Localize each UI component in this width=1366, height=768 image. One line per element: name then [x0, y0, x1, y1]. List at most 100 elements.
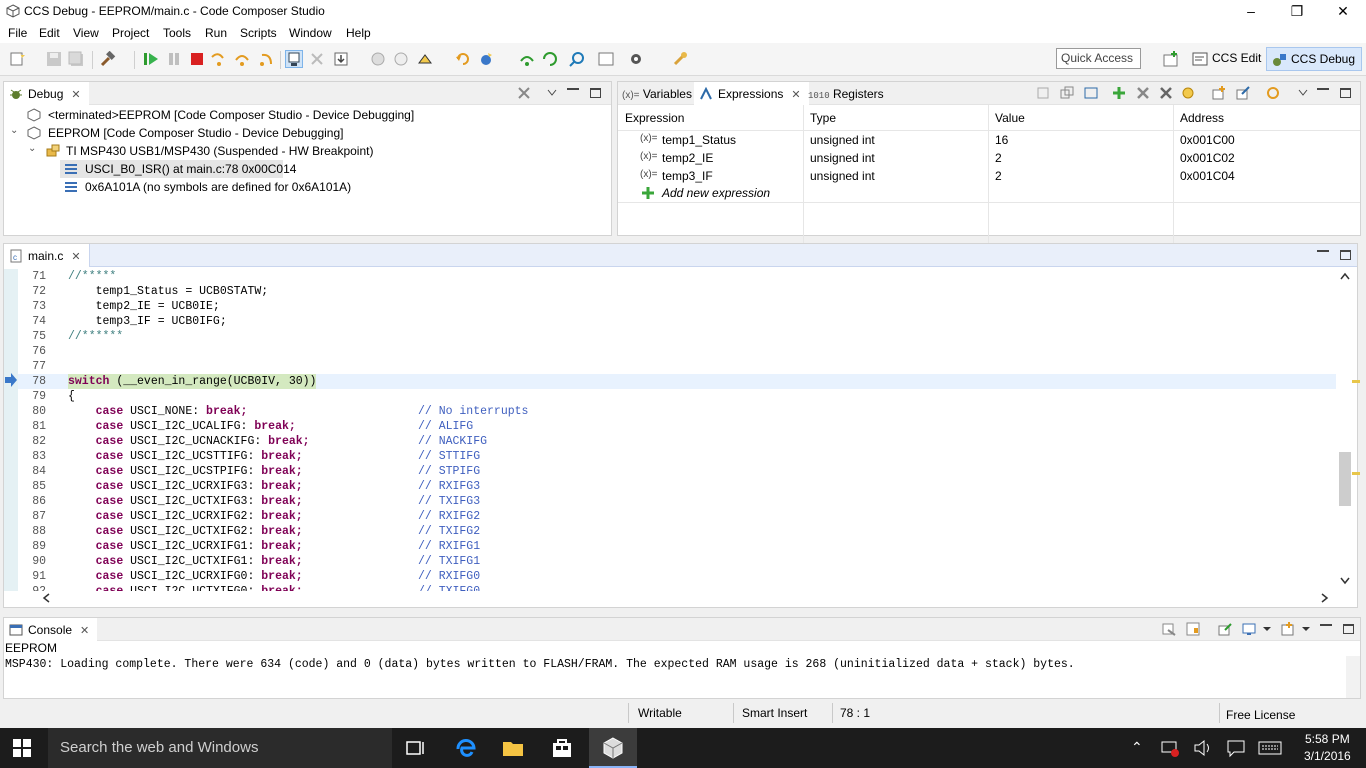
tree-item-terminated[interactable]: <terminated>EEPROM [Code Composer Studio…	[4, 106, 609, 124]
display-console-icon[interactable]	[1242, 622, 1256, 636]
line-number[interactable]: 85	[24, 479, 46, 494]
search-icon[interactable]	[569, 51, 585, 67]
menu-view[interactable]: View	[73, 26, 99, 40]
collapse-all-icon[interactable]	[1036, 86, 1050, 100]
open-console-chevron-icon[interactable]	[1299, 622, 1313, 636]
scroll-up-icon[interactable]	[1340, 272, 1350, 280]
column-header-address[interactable]: Address	[1180, 111, 1224, 125]
line-number[interactable]: 82	[24, 434, 46, 449]
new-expression-group-icon[interactable]	[1212, 86, 1226, 100]
menu-project[interactable]: Project	[112, 26, 149, 40]
code-text[interactable]: case USCI_NONE: break; // No interrupts	[68, 404, 529, 419]
maximize-view-button[interactable]	[590, 88, 601, 98]
code-line[interactable]: 86 case USCI_I2C_UCTXIFG3: break; // TXIF…	[18, 494, 1336, 509]
code-line[interactable]: 76	[18, 344, 1336, 359]
overview-ruler-marker[interactable]	[1352, 472, 1360, 475]
new-icon[interactable]	[9, 51, 25, 67]
expression-value[interactable]: 2	[995, 151, 1002, 165]
expand-chevron-icon[interactable]: ⌄	[10, 125, 18, 136]
code-text[interactable]: temp2_IE = UCB0IE;	[68, 299, 220, 314]
tree-item-stack-frame-selected[interactable]: USCI_B0_ISR() at main.c:78 0x00C014	[60, 160, 296, 178]
taskbar-ccs-button[interactable]	[589, 728, 637, 768]
code-text[interactable]: case USCI_I2C_UCNACKIFG: break; // NACKIF…	[68, 434, 487, 449]
connect-target-icon[interactable]	[285, 50, 303, 68]
perspective-ccs-edit[interactable]: CCS Edit	[1188, 47, 1267, 71]
scrollbar-thumb[interactable]	[1339, 452, 1351, 506]
refresh-expressions-icon[interactable]	[1181, 86, 1195, 100]
line-number[interactable]: 79	[24, 389, 46, 404]
step-return-icon[interactable]	[258, 51, 274, 67]
code-text[interactable]: case USCI_I2C_UCTXIFG3: break; // TXIFG3	[68, 494, 481, 509]
code-line[interactable]: 89 case USCI_I2C_UCRXIFG1: break; // RXIF…	[18, 539, 1336, 554]
line-number[interactable]: 75	[24, 329, 46, 344]
save-icon[interactable]	[46, 51, 62, 67]
line-number[interactable]: 84	[24, 464, 46, 479]
column-header-expression[interactable]: Expression	[625, 111, 684, 125]
view-menu-chevron-icon[interactable]	[545, 86, 559, 100]
code-line[interactable]: 88 case USCI_I2C_UCTXIFG2: break; // TXIF…	[18, 524, 1336, 539]
status-insert-mode[interactable]: Smart Insert	[742, 706, 807, 720]
line-number[interactable]: 77	[24, 359, 46, 374]
scroll-left-icon[interactable]	[42, 593, 50, 603]
line-number[interactable]: 91	[24, 569, 46, 584]
code-area[interactable]: 71//***** 72 temp1_Status = UCB0STATW; 73 …	[4, 244, 1336, 591]
code-text[interactable]: case USCI_I2C_UCSTTIFG: break; // STTIFG	[68, 449, 481, 464]
taskbar-clock-date[interactable]: 3/1/2016	[1304, 749, 1351, 763]
menu-scripts[interactable]: Scripts	[240, 26, 277, 40]
disconnect-icon[interactable]	[309, 51, 325, 67]
code-line[interactable]: 80 case USCI_NONE: break; // No interrupt…	[18, 404, 1336, 419]
resume-icon[interactable]	[143, 51, 159, 67]
close-icon[interactable]: ✕	[71, 89, 80, 101]
line-number[interactable]: 89	[24, 539, 46, 554]
code-line[interactable]: 85 case USCI_I2C_UCRXIFG3: break; // RXIF…	[18, 479, 1336, 494]
line-number[interactable]: 88	[24, 524, 46, 539]
notifications-icon[interactable]	[1226, 738, 1246, 758]
code-line[interactable]: 71 //*****	[18, 269, 1336, 284]
menu-edit[interactable]: Edit	[39, 26, 60, 40]
remove-terminated-icon[interactable]	[517, 86, 531, 100]
store-icon[interactable]	[550, 736, 574, 760]
network-icon[interactable]	[1160, 738, 1180, 758]
save-all-icon[interactable]	[68, 51, 84, 67]
tab-variables[interactable]: (x)= Variables	[618, 82, 700, 105]
restore-button[interactable]: ❐	[1274, 0, 1320, 23]
scroll-right-icon[interactable]	[1321, 593, 1329, 603]
tab-expressions[interactable]: Expressions ✕	[694, 82, 809, 105]
code-text[interactable]: case USCI_I2C_UCRXIFG2: break; // RXIFG2	[68, 509, 481, 524]
code-text[interactable]: {	[68, 389, 75, 404]
menu-run[interactable]: Run	[205, 26, 227, 40]
code-line[interactable]: 90 case USCI_I2C_UCTXIFG1: break; // TXIF…	[18, 554, 1336, 569]
code-line[interactable]: 82 case USCI_I2C_UCNACKIFG: break; // NAC…	[18, 434, 1336, 449]
add-expression-icon[interactable]	[1112, 86, 1126, 100]
build-hammer-icon[interactable]	[100, 51, 116, 67]
line-number[interactable]: 73	[24, 299, 46, 314]
minimize-console-button[interactable]	[1320, 624, 1332, 634]
console-scrollbar[interactable]	[1346, 656, 1360, 698]
volume-icon[interactable]	[1193, 738, 1213, 758]
menu-window[interactable]: Window	[289, 26, 332, 40]
code-line[interactable]: 73 temp2_IE = UCB0IE;	[18, 299, 1336, 314]
expand-chevron-icon[interactable]: ⌄	[28, 143, 36, 154]
code-text[interactable]: //******	[68, 329, 123, 344]
code-text[interactable]: case USCI_I2C_UCTXIFG0: break;// TXIFG0	[68, 584, 481, 591]
code-line[interactable]: 72 temp1_Status = UCB0STATW;	[18, 284, 1336, 299]
restart-icon[interactable]	[393, 51, 409, 67]
console-output[interactable]: MSP430: Loading complete. There were 634…	[5, 658, 1075, 671]
code-line[interactable]: 79 {	[18, 389, 1336, 404]
copy-expressions-icon[interactable]	[1060, 86, 1074, 100]
line-number[interactable]: 86	[24, 494, 46, 509]
open-perspective-icon[interactable]	[1163, 51, 1179, 67]
clear-console-icon[interactable]	[1162, 622, 1176, 636]
task-view-icon[interactable]	[404, 736, 428, 760]
code-text[interactable]: case USCI_I2C_UCTXIFG1: break; // TXIFG1	[68, 554, 481, 569]
perspective-ccs-debug[interactable]: CCS Debug	[1266, 47, 1363, 71]
code-text[interactable]: case USCI_I2C_UCTXIFG2: break; // TXIFG2	[68, 524, 481, 539]
assembly-step-into-icon[interactable]	[519, 51, 535, 67]
debug-settings-icon[interactable]	[628, 51, 644, 67]
terminal-icon[interactable]	[598, 51, 614, 67]
taskbar-clock-time[interactable]: 5:58 PM	[1305, 732, 1350, 746]
code-line[interactable]: 91 case USCI_I2C_UCRXIFG0: break; // RXIF…	[18, 569, 1336, 584]
tab-registers[interactable]: 1010 Registers	[804, 82, 892, 105]
code-text[interactable]: case USCI_I2C_UCRXIFG1: break; // RXIFG1	[68, 539, 481, 554]
code-text[interactable]: case USCI_I2C_UCALIFG: break; // ALIFG	[68, 419, 474, 434]
